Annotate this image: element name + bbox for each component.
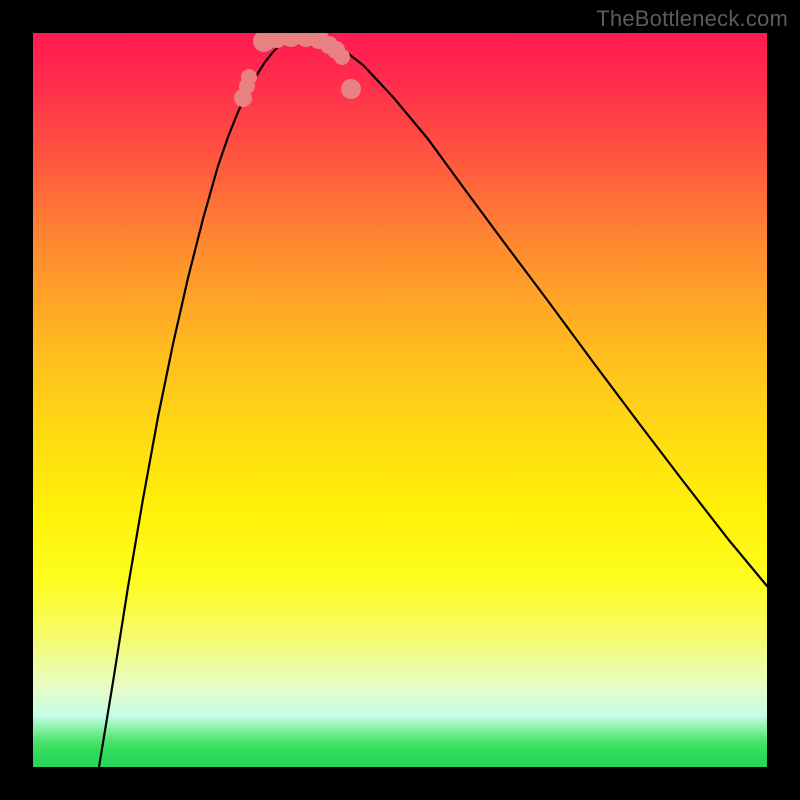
curve-marker bbox=[334, 49, 350, 65]
curve-svg bbox=[33, 33, 767, 767]
curve-marker bbox=[241, 69, 257, 85]
watermark-text: TheBottleneck.com bbox=[596, 6, 788, 32]
plot-area bbox=[33, 33, 767, 767]
curve-marker-group bbox=[234, 33, 361, 107]
bottleneck-curve bbox=[99, 35, 767, 767]
curve-marker bbox=[341, 79, 361, 99]
